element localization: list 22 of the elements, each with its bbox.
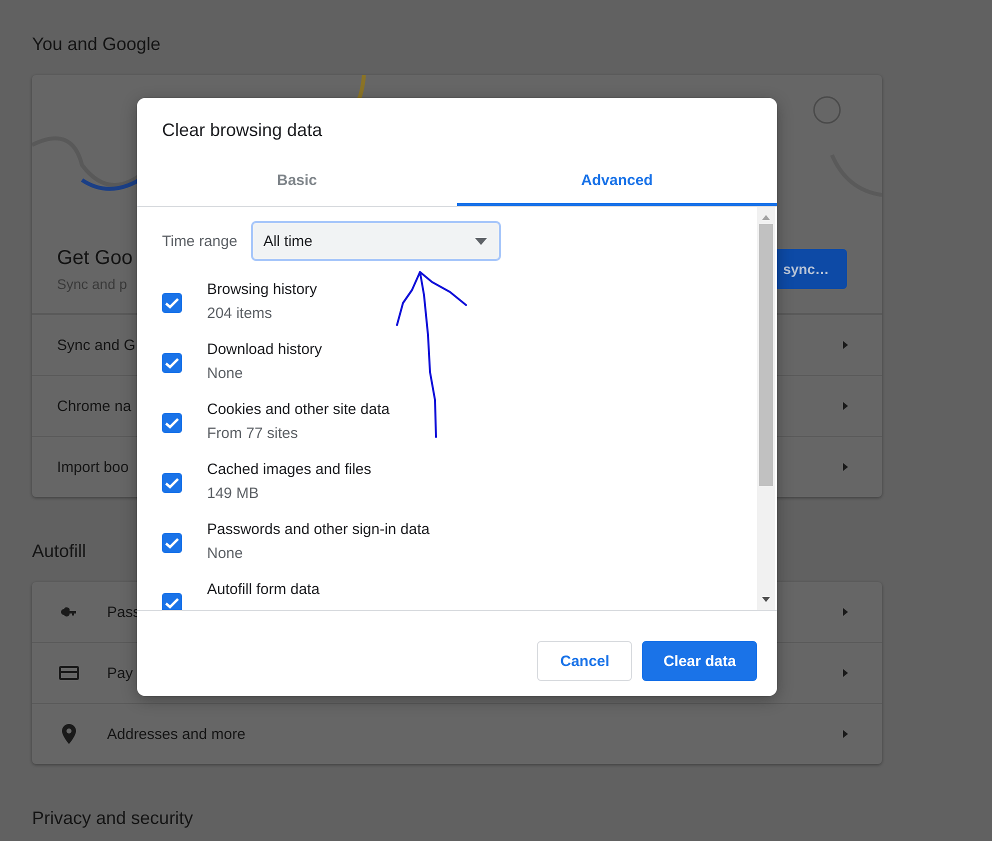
item-label: Download history xyxy=(207,341,322,358)
row-label: Pay xyxy=(107,664,133,682)
section-title: Privacy and security xyxy=(32,807,194,830)
item-detail: From 77 sites xyxy=(207,425,299,442)
section-title: Autofill xyxy=(32,540,86,563)
field-label: Time range xyxy=(162,232,238,250)
row-label: Sync and G xyxy=(57,336,136,354)
row-label: Chrome na xyxy=(57,398,132,414)
item-detail: 149 MB xyxy=(207,485,260,502)
profile-heading: Get Goo xyxy=(57,246,133,270)
item-detail: None xyxy=(207,545,244,562)
row-label: Import boo xyxy=(57,458,129,476)
item-detail: None xyxy=(207,365,244,382)
item-label: Cookies and other site data xyxy=(207,401,390,418)
item-label: Passwords and other sign-in data xyxy=(207,521,430,538)
item-label: Autofill form data xyxy=(207,581,320,598)
section-title: You and Google xyxy=(32,33,160,56)
item-label: Cached images and files xyxy=(207,461,372,478)
row-label: Addresses and more xyxy=(107,726,246,742)
item-detail: 204 items xyxy=(207,305,274,322)
item-label: Browsing history xyxy=(207,281,318,298)
dialog-title: Clear browsing data xyxy=(161,119,324,142)
